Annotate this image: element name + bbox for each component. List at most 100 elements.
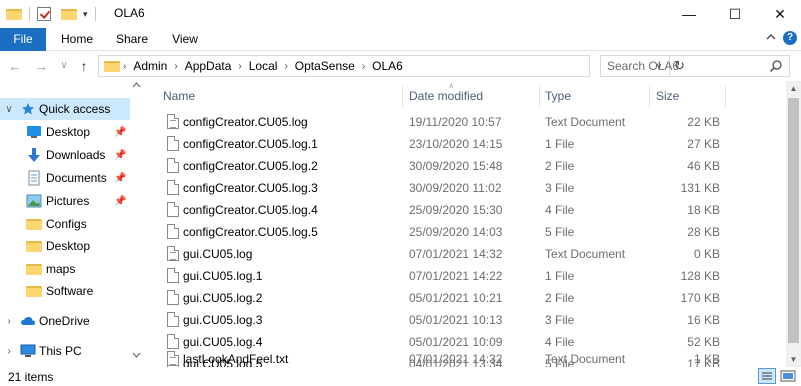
sidebar-item-label: maps (46, 262, 76, 276)
new-folder-icon[interactable] (61, 8, 77, 20)
breadcrumb: › Admin › AppData › Local › OptaSense › … (123, 56, 403, 76)
file-type: 4 File (545, 203, 575, 217)
sidebar-item-software[interactable]: Software (0, 280, 130, 302)
sidebar-item-this-pc[interactable]: › This PC (0, 340, 130, 362)
column-divider[interactable] (539, 86, 540, 108)
file-date: 05/01/2021 10:13 (409, 313, 503, 327)
file-size: 0 KB (693, 247, 720, 261)
file-date: 07/01/2021 14:32 (409, 352, 503, 366)
large-icons-view-icon[interactable] (779, 368, 797, 384)
file-list-scrollbar[interactable]: ▲ ▼ (786, 81, 801, 367)
table-row[interactable]: lastLookAndFeel.txt 07/01/2021 14:32 Tex… (143, 349, 785, 369)
breadcrumb-separator[interactable]: › (174, 61, 177, 72)
pin-icon[interactable]: 📌 (114, 150, 126, 161)
search-box[interactable] (600, 55, 790, 77)
address-bar[interactable]: › Admin › AppData › Local › OptaSense › … (98, 55, 685, 77)
table-row[interactable]: gui.CU05.log.3 05/01/2021 10:13 3 File 1… (143, 309, 785, 331)
expander-icon[interactable]: ∨ (4, 104, 14, 115)
customize-toolbar-icon[interactable]: ▾ (83, 9, 88, 20)
column-header-date-modified[interactable]: Date modified (409, 86, 483, 108)
sidebar-item-label: Desktop (46, 125, 91, 139)
pin-icon[interactable]: 📌 (114, 127, 126, 138)
tab-view[interactable]: View (162, 28, 208, 51)
table-row[interactable]: configCreator.CU05.log.3 30/09/2020 11:0… (143, 177, 785, 199)
table-row[interactable]: configCreator.CU05.log.2 30/09/2020 15:4… (143, 155, 785, 177)
file-date: 05/01/2021 10:21 (409, 291, 503, 305)
breadcrumb-appdata[interactable]: AppData (185, 59, 232, 73)
table-row[interactable]: gui.CU05.log 07/01/2021 14:32 Text Docum… (143, 243, 785, 265)
forward-button[interactable]: → (32, 57, 50, 75)
table-row[interactable]: configCreator.CU05.log 19/11/2020 10:57 … (143, 111, 785, 133)
tab-file[interactable]: File (0, 28, 46, 51)
help-icon[interactable]: ? (783, 31, 797, 45)
file-size: 27 KB (687, 137, 720, 151)
up-button[interactable]: ↑ (75, 57, 93, 75)
file-type: Text Document (545, 115, 626, 129)
minimize-button[interactable]: — (666, 0, 712, 28)
breadcrumb-optasense[interactable]: OptaSense (295, 59, 355, 73)
tab-home[interactable]: Home (52, 28, 102, 51)
sidebar-item-label: This PC (39, 344, 82, 358)
column-divider[interactable] (402, 86, 403, 108)
file-type: Text Document (545, 352, 626, 366)
column-header-size[interactable]: Size (656, 86, 679, 108)
table-row[interactable]: gui.CU05.log.1 07/01/2021 14:22 1 File 1… (143, 265, 785, 287)
expander-icon[interactable]: › (4, 316, 14, 327)
sidebar-item-desktop-folder[interactable]: Desktop (0, 235, 130, 257)
sidebar-item-pictures[interactable]: Pictures 📌 (0, 190, 130, 212)
recent-locations-button[interactable]: ∨ (55, 57, 73, 75)
table-row[interactable]: configCreator.CU05.log.4 25/09/2020 15:3… (143, 199, 785, 221)
file-icon (167, 268, 179, 283)
file-size: 1 KB (693, 352, 720, 366)
tab-share[interactable]: Share (108, 28, 156, 51)
breadcrumb-separator[interactable]: › (362, 61, 365, 72)
folder-icon (26, 261, 42, 277)
table-row[interactable]: gui.CU05.log.2 05/01/2021 10:21 2 File 1… (143, 287, 785, 309)
file-type: 5 File (545, 225, 575, 239)
pin-icon[interactable]: 📌 (114, 173, 126, 184)
pin-icon[interactable]: 📌 (114, 196, 126, 207)
details-view-icon[interactable] (758, 368, 776, 384)
breadcrumb-separator[interactable]: › (238, 61, 241, 72)
sidebar-item-documents[interactable]: Documents 📌 (0, 167, 130, 189)
close-button[interactable]: ✕ (757, 0, 801, 28)
scroll-down-arrow-icon[interactable]: ▼ (786, 352, 801, 367)
breadcrumb-separator[interactable]: › (284, 61, 287, 72)
sidebar-item-downloads[interactable]: Downloads 📌 (0, 144, 130, 166)
scroll-up-arrow-icon[interactable]: ▲ (786, 81, 801, 96)
expander-icon[interactable]: › (4, 346, 14, 357)
search-icon[interactable] (769, 59, 783, 73)
file-icon (167, 312, 179, 327)
file-type: Text Document (545, 247, 626, 261)
file-date: 07/01/2021 14:22 (409, 269, 503, 283)
search-input[interactable] (607, 59, 767, 73)
documents-icon (26, 170, 42, 186)
file-date: 19/11/2020 10:57 (409, 115, 502, 129)
scrollbar-thumb[interactable] (788, 98, 799, 343)
breadcrumb-local[interactable]: Local (249, 59, 278, 73)
navigation-pane-scrollbar[interactable] (130, 81, 143, 367)
file-icon (167, 224, 179, 239)
maximize-button[interactable]: ☐ (712, 0, 758, 28)
sidebar-item-maps[interactable]: maps (0, 258, 130, 280)
column-divider[interactable] (725, 86, 726, 108)
back-button[interactable]: ← (6, 57, 24, 75)
table-row[interactable]: configCreator.CU05.log.5 25/09/2020 14:0… (143, 221, 785, 243)
sidebar-item-desktop[interactable]: Desktop 📌 (0, 121, 130, 143)
file-date: 07/01/2021 14:32 (409, 247, 503, 261)
column-header-type[interactable]: Type (545, 86, 571, 108)
breadcrumb-ola6[interactable]: OLA6 (372, 59, 403, 73)
breadcrumb-separator[interactable]: › (123, 61, 126, 72)
quick-access-toolbar: ▾ (6, 5, 99, 23)
sidebar-item-label: Pictures (46, 194, 90, 208)
chevron-up-icon[interactable] (764, 30, 778, 44)
file-date: 30/09/2020 15:48 (409, 159, 503, 173)
sidebar-item-onedrive[interactable]: › OneDrive (0, 310, 130, 332)
table-row[interactable]: configCreator.CU05.log.1 23/10/2020 14:1… (143, 133, 785, 155)
breadcrumb-admin[interactable]: Admin (133, 59, 167, 73)
column-divider[interactable] (649, 86, 650, 108)
sidebar-item-quick-access[interactable]: ∨ Quick access (0, 98, 130, 120)
properties-icon[interactable] (37, 7, 51, 21)
column-header-name[interactable]: Name (163, 86, 195, 108)
sidebar-item-configs[interactable]: Configs (0, 213, 130, 235)
